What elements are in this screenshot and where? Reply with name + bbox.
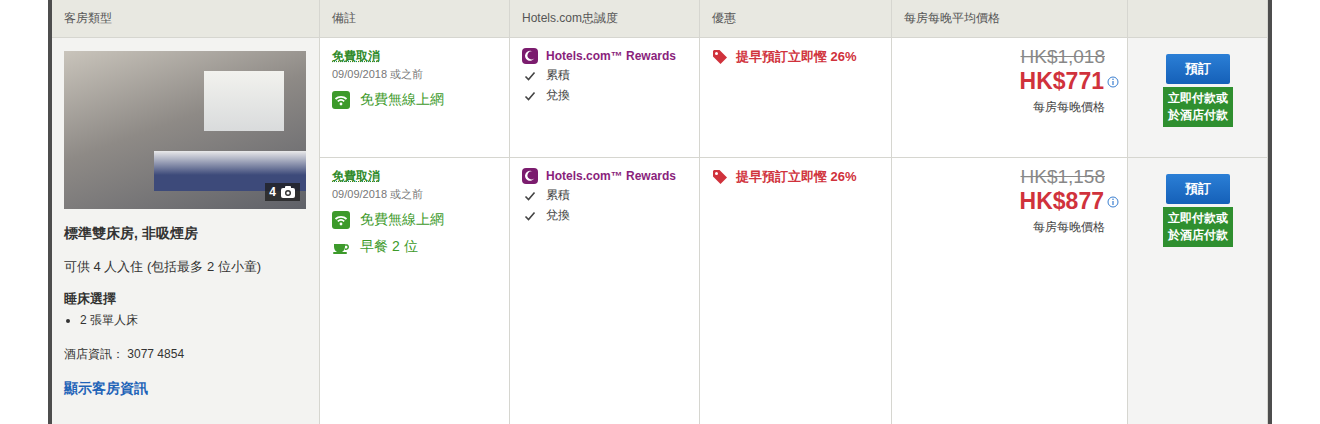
check-icon — [524, 70, 536, 82]
room-photo[interactable]: 4 — [64, 51, 306, 209]
booking-actions: 預訂立即付款或於酒店付款 — [1128, 38, 1268, 158]
column-header: Hotels.com忠誠度 — [510, 0, 700, 38]
page: 客房類型備註Hotels.com忠誠度優惠每房每晚平均價格 4 標準雙床房, 非吸煙… — [0, 0, 1320, 424]
check-icon — [524, 210, 536, 222]
old-price: HK$1,018 — [1020, 46, 1105, 68]
price-note: 每房每晚價格 — [1033, 219, 1105, 236]
deal-info: 提早預訂立即慳 26% — [700, 158, 892, 424]
breakfast-icon — [332, 238, 350, 256]
info-icon[interactable] — [1107, 76, 1119, 88]
price-info: HK$1,158HK$877 每房每晚價格 — [892, 158, 1128, 424]
column-header: 每房每晚平均價格 — [892, 0, 1128, 38]
amenity: 免費無線上網 — [332, 211, 497, 229]
tag-icon — [712, 49, 728, 65]
check-icon — [524, 190, 536, 202]
room-capacity: 可供 4 人入住 (包括最多 2 位小童) — [64, 258, 307, 276]
rewards-info: Hotels.com™ Rewards 累積兌換 — [510, 38, 700, 158]
bed-item: 2 張單人床 — [80, 312, 307, 329]
payment-option-badge: 立即付款或於酒店付款 — [1163, 87, 1233, 127]
free-cancel-link[interactable]: 免費取消 — [332, 48, 380, 65]
wifi-icon — [332, 211, 350, 229]
rewards-title: Hotels.com™ Rewards — [546, 169, 676, 183]
price-info: HK$1,018HK$771 每房每晚價格 — [892, 38, 1128, 158]
column-header: 備註 — [320, 0, 510, 38]
room-details-link[interactable]: 顯示客房資訊 — [64, 380, 307, 398]
hotel-info: 酒店資訊： 3077 4854 — [64, 346, 307, 363]
amenity: 免費無線上網 — [332, 91, 497, 109]
deal-info: 提早預訂立即慳 26% — [700, 38, 892, 158]
check-icon — [524, 90, 536, 102]
rewards-logo-icon — [522, 48, 538, 64]
payment-option-badge: 立即付款或於酒店付款 — [1163, 207, 1233, 247]
amenity: 早餐 2 位 — [332, 238, 497, 256]
book-button[interactable]: 預訂 — [1166, 54, 1230, 84]
current-price: HK$771 — [1020, 68, 1104, 95]
rewards-item: 累積 — [522, 67, 687, 84]
room-table: 客房類型備註Hotels.com忠誠度優惠每房每晚平均價格 4 標準雙床房, 非吸煙… — [48, 0, 1272, 424]
rewards-title: Hotels.com™ Rewards — [546, 49, 676, 63]
photo-count-badge[interactable]: 4 — [265, 183, 300, 201]
column-header: 優惠 — [700, 0, 892, 38]
deal-text: 提早預訂立即慳 26% — [736, 168, 857, 186]
column-header — [1128, 0, 1268, 38]
cancel-date: 09/09/2018 或之前 — [332, 67, 497, 82]
tag-icon — [712, 169, 728, 185]
rewards-item: 兌換 — [522, 207, 687, 224]
book-button[interactable]: 預訂 — [1166, 174, 1230, 204]
room-name: 標準雙床房, 非吸煙房 — [64, 225, 307, 243]
camera-icon — [280, 185, 296, 199]
cancel-date: 09/09/2018 或之前 — [332, 187, 497, 202]
rewards-logo-icon — [522, 168, 538, 184]
bed-title: 睡床選擇 — [64, 290, 307, 308]
wifi-icon — [332, 91, 350, 109]
bed-list: 2 張單人床 — [64, 312, 307, 329]
rewards-info: Hotels.com™ Rewards 累積兌換 — [510, 158, 700, 424]
old-price: HK$1,158 — [1020, 166, 1105, 188]
window-light — [204, 71, 284, 131]
room-info: 4 標準雙床房, 非吸煙房可供 4 人入住 (包括最多 2 位小童) 睡床選擇 2 張… — [52, 38, 320, 424]
rate-notes: 免費取消 09/09/2018 或之前免費無線上網 — [320, 38, 510, 158]
free-cancel-link[interactable]: 免費取消 — [332, 168, 380, 185]
info-icon[interactable] — [1107, 196, 1119, 208]
deal-text: 提早預訂立即慳 26% — [736, 48, 857, 66]
column-header: 客房類型 — [52, 0, 320, 38]
current-price: HK$877 — [1020, 188, 1104, 215]
booking-actions: 預訂立即付款或於酒店付款 — [1128, 158, 1268, 424]
rate-notes: 免費取消 09/09/2018 或之前免費無線上網早餐 2 位 — [320, 158, 510, 424]
price-note: 每房每晚價格 — [1033, 99, 1105, 116]
rewards-item: 兌換 — [522, 87, 687, 104]
rewards-item: 累積 — [522, 187, 687, 204]
